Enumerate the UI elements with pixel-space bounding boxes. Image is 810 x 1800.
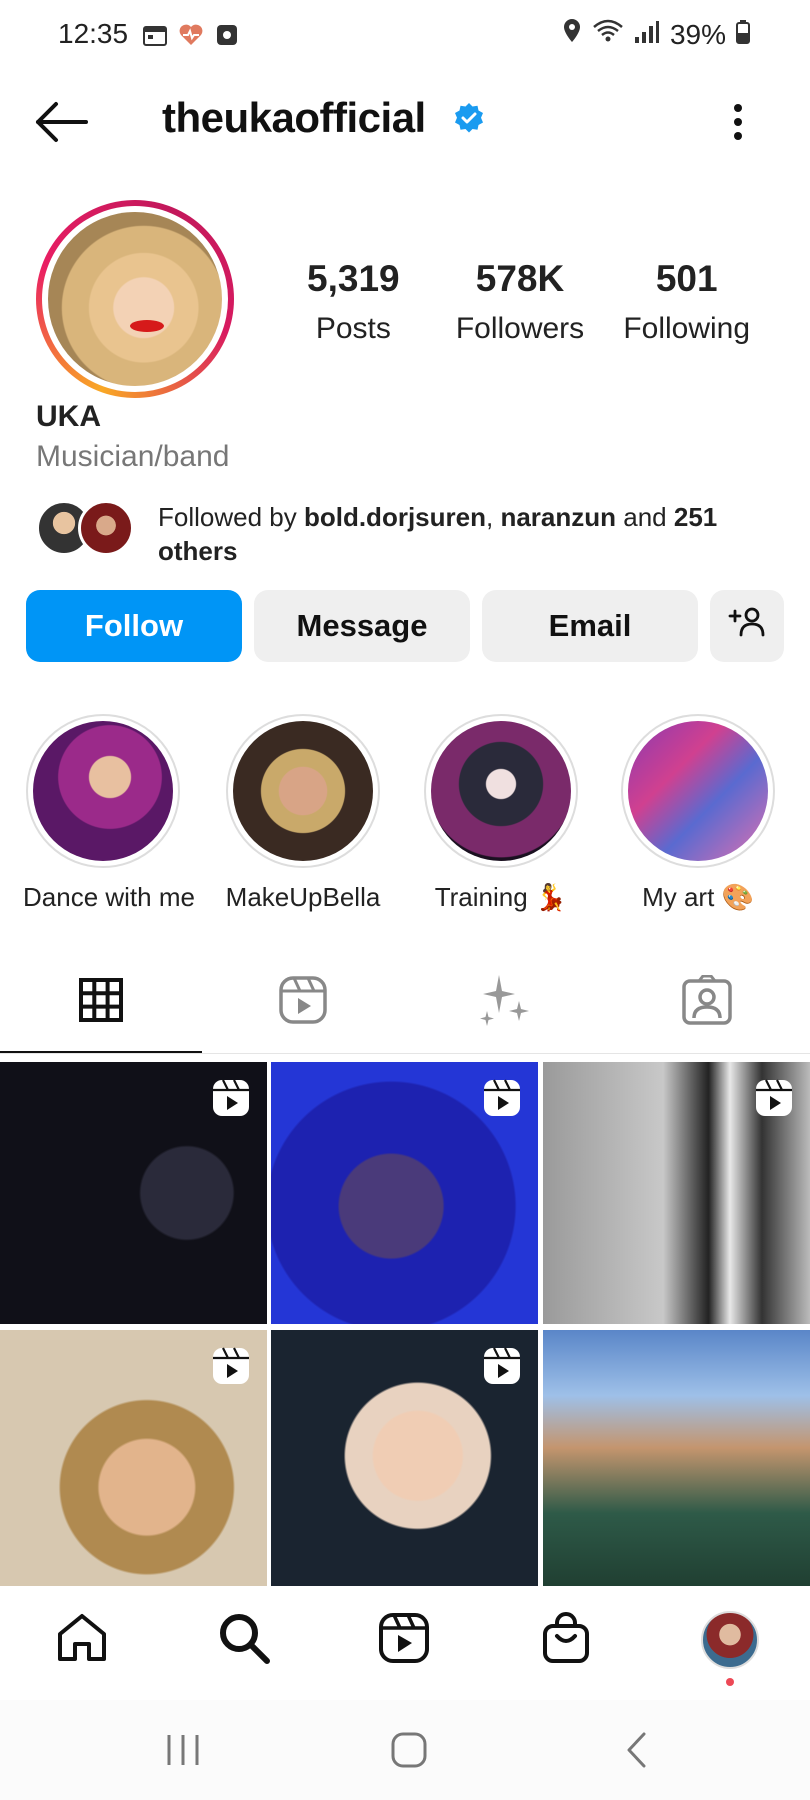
signal-icon [634, 19, 660, 51]
email-button[interactable]: Email [482, 590, 698, 662]
nav-profile[interactable] [700, 1610, 760, 1670]
followed-by-avatars [36, 498, 136, 558]
stat-label: Posts [315, 312, 391, 345]
highlight-label: Training 💃 [434, 882, 568, 912]
back-chevron-icon[interactable] [612, 1730, 662, 1770]
highlight-cover [33, 721, 173, 861]
stat-label: Following [623, 312, 751, 345]
story-highlight[interactable]: Training 💃 [421, 714, 581, 913]
tagged-person-icon [681, 974, 733, 1030]
home-circle-icon[interactable] [384, 1730, 434, 1770]
reel-play-icon [211, 1078, 251, 1118]
grid-post[interactable] [0, 1062, 267, 1324]
calendar-icon [142, 22, 168, 48]
followed-user-link[interactable]: naranzun [500, 502, 616, 532]
stat-label: Followers [455, 312, 585, 345]
profile-stats: 5,319 Posts 578K Followers 501 Following [270, 258, 770, 358]
highlight-cover [431, 721, 571, 861]
profile-avatar [48, 212, 222, 386]
posts-grid [0, 1062, 810, 1592]
profile-avatar [701, 1611, 759, 1669]
follow-button[interactable]: Follow [26, 590, 242, 662]
grid-post[interactable] [543, 1062, 810, 1324]
story-highlight[interactable]: My art 🎨 [618, 714, 778, 913]
stat-value: 5,319 [307, 258, 400, 299]
reels-icon [278, 975, 328, 1030]
add-person-icon [728, 606, 766, 646]
arrow-left-icon[interactable] [34, 100, 90, 144]
tab-tagged[interactable] [606, 972, 808, 1032]
profile-category: Musician/band [36, 440, 230, 473]
search-icon [217, 1611, 271, 1670]
tabs-divider [0, 1053, 810, 1054]
battery-percent: 39% [669, 18, 726, 50]
grid-post[interactable] [271, 1330, 538, 1592]
story-highlight[interactable]: Dance with me [23, 714, 195, 913]
battery-icon [736, 19, 750, 51]
status-right: 39% [562, 18, 750, 51]
suggested-users-button[interactable] [710, 590, 784, 662]
avatar [78, 500, 134, 556]
stat-value: 501 [655, 258, 718, 299]
reel-play-icon [482, 1078, 522, 1118]
profile-username: theukaofficial [162, 94, 426, 141]
status-bar: 12:35 39% [0, 0, 810, 72]
profile-tabs [0, 950, 810, 1056]
followed-user-link[interactable]: bold.dorjsuren [304, 502, 486, 532]
recents-icon[interactable] [158, 1730, 208, 1770]
nav-shop[interactable] [536, 1610, 596, 1670]
tab-grid[interactable] [0, 972, 202, 1032]
highlight-cover [233, 721, 373, 861]
wifi-icon [592, 18, 624, 51]
reel-play-icon [211, 1346, 251, 1386]
highlight-label: My art 🎨 [642, 882, 754, 912]
stat-posts[interactable]: 5,319 Posts [270, 258, 437, 358]
story-highlight[interactable]: MakeUpBella [223, 714, 383, 913]
notification-dot [726, 1678, 734, 1686]
system-nav [0, 1700, 810, 1800]
tab-reels[interactable] [202, 972, 404, 1032]
grid-post[interactable] [543, 1330, 810, 1592]
profile-header: theukaofficial [0, 80, 810, 160]
shop-bag-icon [541, 1611, 591, 1669]
health-heart-icon [178, 22, 204, 48]
grid-post[interactable] [271, 1062, 538, 1324]
reel-play-icon [482, 1346, 522, 1386]
tab-guides[interactable] [404, 972, 606, 1032]
message-button[interactable]: Message [254, 590, 470, 662]
verified-badge-icon [453, 102, 485, 134]
nav-search[interactable] [214, 1610, 274, 1670]
grid-post[interactable] [0, 1330, 267, 1592]
followed-by[interactable]: Followed by bold.dorjsuren, naranzun and… [36, 498, 776, 566]
home-icon [56, 1612, 108, 1669]
vertical-dots-icon[interactable] [728, 100, 748, 144]
reels-icon [378, 1612, 430, 1669]
stat-value: 578K [475, 258, 565, 299]
highlight-label: Dance with me [23, 882, 195, 912]
reel-play-icon [754, 1078, 794, 1118]
nav-reels[interactable] [374, 1610, 434, 1670]
status-time: 12:35 [58, 18, 129, 49]
location-icon [562, 18, 582, 51]
grid-icon [78, 977, 124, 1028]
bottom-nav [0, 1586, 810, 1696]
sparkles-icon [477, 973, 533, 1032]
nav-home[interactable] [52, 1610, 112, 1670]
stat-following[interactable]: 501 Following [603, 258, 770, 358]
square-app-icon [214, 22, 240, 48]
profile-name: UKA [36, 400, 101, 433]
followed-by-text: Followed by bold.dorjsuren, naranzun and… [158, 502, 718, 566]
status-left-icons [142, 22, 240, 48]
highlight-label: MakeUpBella [225, 882, 381, 912]
highlight-cover [628, 721, 768, 861]
profile-avatar-ring[interactable] [36, 200, 234, 398]
stat-followers[interactable]: 578K Followers [437, 258, 604, 358]
